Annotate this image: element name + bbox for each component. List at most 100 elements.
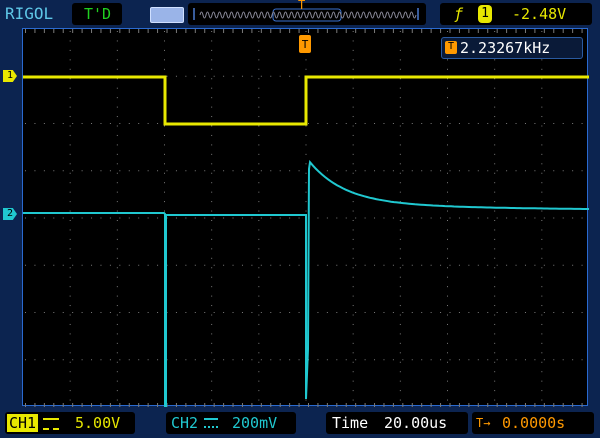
grid-dot: [81, 170, 83, 172]
grid-dot: [399, 144, 401, 146]
grid-dot: [581, 312, 583, 313]
grid-dot: [157, 312, 159, 313]
grid-dot: [270, 217, 272, 219]
grid-dot: [116, 238, 118, 240]
grid-dot: [352, 295, 354, 297]
grid-dot: [69, 238, 71, 240]
grid-dot: [91, 170, 93, 172]
ch1-level-marker[interactable]: 1: [3, 70, 17, 82]
grid-dot: [336, 312, 338, 313]
grid-dot: [399, 390, 401, 392]
grid-dot: [383, 123, 385, 124]
grid-dot: [232, 312, 234, 313]
grid-tick: [81, 403, 83, 407]
grid-dot: [258, 116, 260, 118]
grid-dot: [164, 68, 165, 70]
grid-dot: [494, 182, 496, 184]
grid-dot: [399, 106, 401, 108]
grid-dot: [258, 286, 260, 288]
grid-dot: [69, 191, 71, 193]
grid-dot: [43, 170, 45, 172]
grid-dot: [211, 267, 213, 269]
grid-dot: [213, 264, 215, 266]
grid-dot: [541, 295, 543, 297]
grid-dot: [496, 359, 498, 361]
grid-tick: [213, 403, 215, 407]
ch2-scale[interactable]: CH2 200mV: [166, 412, 296, 434]
grid-dot: [164, 144, 165, 146]
grid-dot: [355, 264, 357, 266]
grid-dot: [374, 312, 376, 313]
grid-dot: [447, 172, 448, 174]
grid-dot: [541, 144, 543, 146]
grid-dot: [430, 217, 432, 219]
grid-dot: [541, 68, 543, 70]
grid-tick: [109, 403, 111, 407]
grid-dot: [326, 264, 328, 266]
grid-dot: [43, 217, 45, 219]
grid-dot: [43, 359, 45, 361]
grid-dot: [258, 229, 260, 231]
trigger-position-marker: T: [298, 0, 306, 12]
grid-dot: [128, 217, 130, 219]
grid-dot: [258, 238, 260, 240]
grid-dot: [494, 342, 496, 344]
grid-dot: [258, 191, 260, 193]
grid-dot: [116, 229, 118, 231]
grid-dot: [541, 125, 543, 127]
grid-dot: [421, 123, 423, 124]
grid-dot: [352, 333, 354, 335]
grid-dot: [449, 217, 451, 219]
grid-dot: [352, 201, 354, 203]
timebase[interactable]: Time 20.00us: [326, 412, 468, 434]
grid-tick: [402, 403, 404, 407]
grid-dot: [399, 371, 401, 373]
grid-dot: [258, 276, 260, 278]
grid-dot: [494, 106, 496, 108]
grid-dot: [69, 40, 71, 42]
grid-dot: [447, 144, 448, 146]
grid-dot: [258, 210, 260, 212]
grid-dot: [211, 134, 213, 136]
ch2-trace: [23, 159, 589, 407]
ch2-level-marker[interactable]: 2: [3, 208, 17, 220]
grid-dot: [494, 201, 496, 203]
grid-dot: [81, 123, 83, 124]
grid-dot: [496, 170, 498, 172]
grid-dot: [258, 134, 260, 136]
grid-dot: [116, 68, 118, 70]
waveform-display[interactable]: T T 2.23267kHz: [22, 28, 589, 407]
grid-tick: [430, 29, 432, 33]
grid-dot: [336, 123, 338, 124]
grid-dot: [211, 229, 213, 231]
grid-dot: [258, 40, 260, 42]
grid-dot: [399, 314, 401, 316]
grid-dot: [213, 217, 215, 219]
ch1-scale[interactable]: CH1 5.00V: [5, 412, 135, 434]
grid-dot: [157, 264, 159, 266]
grid-dot: [194, 170, 196, 172]
grid-tick: [383, 403, 385, 407]
grid-dot: [541, 257, 543, 259]
grid-dot: [289, 264, 291, 266]
grid-dot: [185, 217, 187, 219]
grid-tick: [81, 29, 83, 33]
grid-dot: [534, 170, 536, 172]
grid-tick: [506, 403, 508, 407]
grid-dot: [449, 123, 451, 124]
grid-dot: [258, 201, 260, 203]
grid-dot: [447, 210, 448, 212]
grid-tick: [279, 29, 281, 33]
grid-dot: [515, 123, 517, 124]
grid-tick: [317, 403, 319, 407]
grid-dot: [506, 217, 508, 219]
trigger-offset[interactable]: T→ 0.0000s: [472, 412, 594, 434]
grid-dot: [258, 361, 260, 363]
grid-dot: [72, 312, 74, 313]
grid-dot: [352, 390, 354, 392]
grid-dot: [25, 312, 26, 313]
grid-dot: [494, 257, 496, 259]
grid-dot: [116, 333, 118, 335]
grid-tick: [411, 29, 413, 33]
grid-dot: [326, 123, 328, 124]
